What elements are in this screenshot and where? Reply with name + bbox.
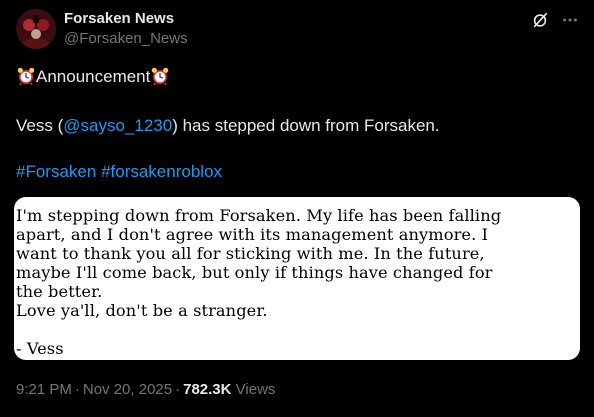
post-time[interactable]: 9:21 PM bbox=[16, 381, 72, 398]
avatar[interactable] bbox=[16, 9, 56, 49]
post-actions bbox=[530, 10, 580, 30]
forsaken-logo-avatar-icon bbox=[16, 9, 56, 49]
post-date[interactable]: Nov 20, 2025 bbox=[83, 381, 172, 398]
hashtag-link[interactable]: #forsakenroblox bbox=[101, 162, 222, 181]
note-line: apart, and I don't agree with its manage… bbox=[16, 225, 489, 244]
slash-circle-icon bbox=[533, 12, 548, 28]
author-display-name[interactable]: Forsaken News bbox=[64, 10, 174, 27]
note-text: I'm stepping down from Forsaken. My life… bbox=[16, 206, 578, 358]
post-text-line: Vess (@sayso_1230) has stepped down from… bbox=[16, 116, 440, 136]
note-line: I'm stepping down from Forsaken. My life… bbox=[16, 206, 502, 225]
note-line: maybe I'll come back, but only if things… bbox=[16, 263, 493, 282]
announcement-label: Announcement bbox=[36, 67, 151, 86]
post-text-suffix: ) has stepped down from Forsaken. bbox=[172, 116, 440, 135]
author-handle[interactable]: @Forsaken_News bbox=[64, 30, 188, 47]
note-line: the better. bbox=[16, 282, 103, 301]
note-blank-line bbox=[16, 320, 578, 339]
hashtags-line: #Forsaken #forsakenroblox bbox=[16, 162, 222, 182]
alarm-clock-icon bbox=[16, 66, 36, 86]
note-line: Love ya'll, don't be a stranger. bbox=[16, 301, 268, 320]
post-text-prefix: Vess ( bbox=[16, 116, 64, 135]
alarm-clock-icon bbox=[150, 66, 170, 86]
attached-note-image[interactable]: I'm stepping down from Forsaken. My life… bbox=[14, 197, 580, 360]
views-label: Views bbox=[235, 381, 276, 398]
more-dots-icon bbox=[563, 18, 577, 22]
separator-dot: · bbox=[175, 381, 181, 398]
post-meta: 9:21 PM · Nov 20, 2025 · 782.3K Views bbox=[16, 381, 275, 398]
note-signature: - Vess bbox=[16, 339, 64, 358]
views-count: 782.3K bbox=[183, 381, 232, 398]
announcement-line: Announcement bbox=[16, 66, 170, 87]
mention-link[interactable]: @sayso_1230 bbox=[63, 116, 172, 135]
post: Forsaken News @Forsaken_News Announcemen… bbox=[0, 0, 594, 417]
separator-dot: · bbox=[74, 381, 80, 398]
hashtag-link[interactable]: #Forsaken bbox=[16, 162, 96, 181]
more-button[interactable] bbox=[560, 10, 580, 30]
grok-button[interactable] bbox=[530, 10, 550, 30]
note-line: want to thank you all for sticking with … bbox=[16, 244, 485, 263]
